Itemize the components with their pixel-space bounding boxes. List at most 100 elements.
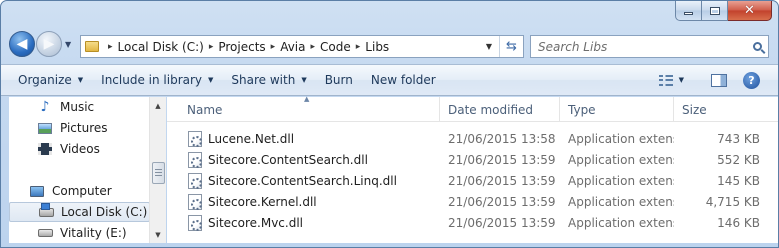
- address-bar[interactable]: ▸ Local Disk (C:) ▸ Projects ▸ Avia ▸ Co…: [80, 35, 524, 58]
- caption-buttons: ✕: [675, 1, 772, 21]
- explorer-window: ✕ ◀ ▶ ▼ ▸ Local Disk (C:) ▸ Projects ▸ A…: [0, 0, 779, 248]
- folder-icon: [85, 41, 99, 52]
- file-row[interactable]: Lucene.Net.dll 21/06/2015 13:58 Applicat…: [167, 128, 778, 149]
- navigation-buttons: ◀ ▶ ▼: [9, 31, 71, 57]
- chevron-down-icon: ▼: [301, 76, 307, 84]
- file-name: Sitecore.ContentSearch.Linq.dll: [208, 173, 397, 188]
- file-name: Sitecore.Mvc.dll: [208, 215, 303, 230]
- burn-button[interactable]: Burn: [316, 73, 362, 87]
- column-header-type[interactable]: Type: [560, 97, 674, 122]
- column-header-label: Date modified: [448, 102, 534, 117]
- column-header-label: Size: [682, 102, 707, 117]
- nav-item-pictures[interactable]: Pictures: [9, 118, 150, 138]
- minimize-icon: [684, 12, 693, 15]
- file-type: Application extens...: [568, 152, 674, 167]
- file-row[interactable]: Sitecore.ContentSearch.dll 21/06/2015 13…: [167, 149, 778, 170]
- file-date: 21/06/2015 13:59: [448, 215, 556, 230]
- recent-pages-dropdown[interactable]: ▼: [65, 40, 71, 49]
- file-size: 552 KB: [717, 152, 760, 167]
- search-input[interactable]: [531, 36, 746, 57]
- include-in-library-button[interactable]: Include in library ▼: [92, 73, 222, 87]
- dll-file-icon: [188, 151, 202, 168]
- dll-file-icon: [188, 193, 202, 210]
- navigation-pane-scrollbar[interactable]: ▲ ▼: [149, 97, 166, 243]
- command-bar: Organize ▼ Include in library ▼ Share wi…: [1, 64, 778, 96]
- column-header-label: Type: [568, 102, 596, 117]
- change-view-button[interactable]: ▼: [650, 74, 693, 86]
- nav-item-videos[interactable]: Videos: [9, 139, 150, 159]
- preview-pane-icon[interactable]: [711, 73, 727, 87]
- nav-item-label: Local Disk (C:): [61, 205, 148, 219]
- forward-arrow-icon: ▶: [43, 36, 55, 52]
- organize-button[interactable]: Organize ▼: [9, 73, 92, 87]
- file-size: 145 KB: [717, 173, 760, 188]
- file-type: Application extens...: [568, 131, 674, 146]
- file-type: Application extens...: [568, 173, 674, 188]
- nav-item-label: Pictures: [60, 121, 108, 135]
- pictures-icon: [37, 120, 53, 136]
- breadcrumb-projects[interactable]: Projects: [218, 40, 265, 54]
- file-name: Sitecore.ContentSearch.dll: [208, 152, 368, 167]
- file-name-cell: Sitecore.Mvc.dll: [167, 214, 440, 231]
- scroll-down-button[interactable]: ▼: [150, 226, 166, 243]
- column-header-date-modified[interactable]: Date modified: [440, 97, 560, 122]
- minimize-button[interactable]: [675, 1, 702, 21]
- file-date: 21/06/2015 13:59: [448, 152, 556, 167]
- file-name: Lucene.Net.dll: [208, 131, 295, 146]
- maximize-button[interactable]: [702, 1, 728, 21]
- breadcrumb-separator[interactable]: ▸: [306, 42, 321, 52]
- nav-item-music[interactable]: ♪ Music: [9, 97, 150, 117]
- refresh-icon: ⇆: [506, 39, 517, 54]
- burn-label: Burn: [324, 73, 353, 87]
- file-size: 4,715 KB: [705, 194, 760, 209]
- breadcrumb-libs[interactable]: Libs: [365, 40, 389, 54]
- back-button[interactable]: ◀: [9, 31, 35, 57]
- breadcrumb-code[interactable]: Code: [320, 40, 351, 54]
- breadcrumb-local-disk[interactable]: Local Disk (C:): [118, 40, 204, 54]
- file-type: Application extens...: [568, 215, 674, 230]
- dll-file-icon: [188, 172, 202, 189]
- forward-button[interactable]: ▶: [36, 31, 62, 57]
- file-name-cell: Sitecore.ContentSearch.dll: [167, 151, 440, 168]
- nav-item-computer[interactable]: Computer: [9, 181, 150, 201]
- scroll-up-button[interactable]: ▲: [150, 97, 166, 114]
- breadcrumb-separator[interactable]: ▸: [266, 42, 281, 52]
- computer-icon: [29, 183, 45, 199]
- file-row[interactable]: Sitecore.Kernel.dll 21/06/2015 13:59 App…: [167, 191, 778, 212]
- new-folder-label: New folder: [370, 73, 436, 87]
- refresh-button[interactable]: ⇆: [499, 36, 523, 57]
- column-header-size[interactable]: Size: [674, 97, 768, 122]
- videos-icon: [37, 141, 53, 157]
- dll-file-icon: [188, 130, 202, 147]
- nav-item-label: Vitality (E:): [60, 226, 127, 240]
- navigation-pane: ♪ Music Pictures Videos Computer Local D…: [9, 97, 166, 243]
- nav-item-local-disk[interactable]: Local Disk (C:): [9, 202, 150, 222]
- search-icon: [752, 42, 762, 51]
- nav-item-label: Music: [60, 100, 95, 114]
- breadcrumb-separator[interactable]: ▸: [204, 42, 219, 52]
- nav-item-vitality[interactable]: Vitality (E:): [9, 223, 150, 243]
- chevron-down-icon: ▼: [208, 76, 214, 84]
- scrollbar-thumb[interactable]: [152, 162, 165, 184]
- breadcrumb-avia[interactable]: Avia: [280, 40, 305, 54]
- close-icon: ✕: [744, 3, 755, 18]
- search-button[interactable]: [746, 42, 768, 51]
- close-button[interactable]: ✕: [728, 1, 772, 21]
- music-icon: ♪: [37, 99, 53, 115]
- file-row[interactable]: Sitecore.ContentSearch.Linq.dll 21/06/20…: [167, 170, 778, 191]
- file-size: 743 KB: [717, 131, 760, 146]
- address-history-dropdown[interactable]: ▼: [479, 42, 499, 51]
- file-row[interactable]: Sitecore.Mvc.dll 21/06/2015 13:59 Applic…: [167, 212, 778, 233]
- file-date: 21/06/2015 13:59: [448, 194, 556, 209]
- column-headers: Name ▲ Date modified Type Size: [167, 95, 778, 122]
- share-with-button[interactable]: Share with ▼: [222, 73, 315, 87]
- breadcrumb-separator[interactable]: ▸: [103, 42, 118, 52]
- column-header-name[interactable]: Name ▲: [167, 95, 440, 122]
- search-box: [530, 35, 769, 58]
- new-folder-button[interactable]: New folder: [362, 73, 445, 87]
- details-view-icon: [658, 74, 673, 86]
- help-icon[interactable]: ?: [743, 71, 760, 89]
- breadcrumb-separator[interactable]: ▸: [351, 42, 366, 52]
- command-bar-right: ▼ ?: [650, 65, 778, 95]
- file-date: 21/06/2015 13:58: [448, 131, 556, 146]
